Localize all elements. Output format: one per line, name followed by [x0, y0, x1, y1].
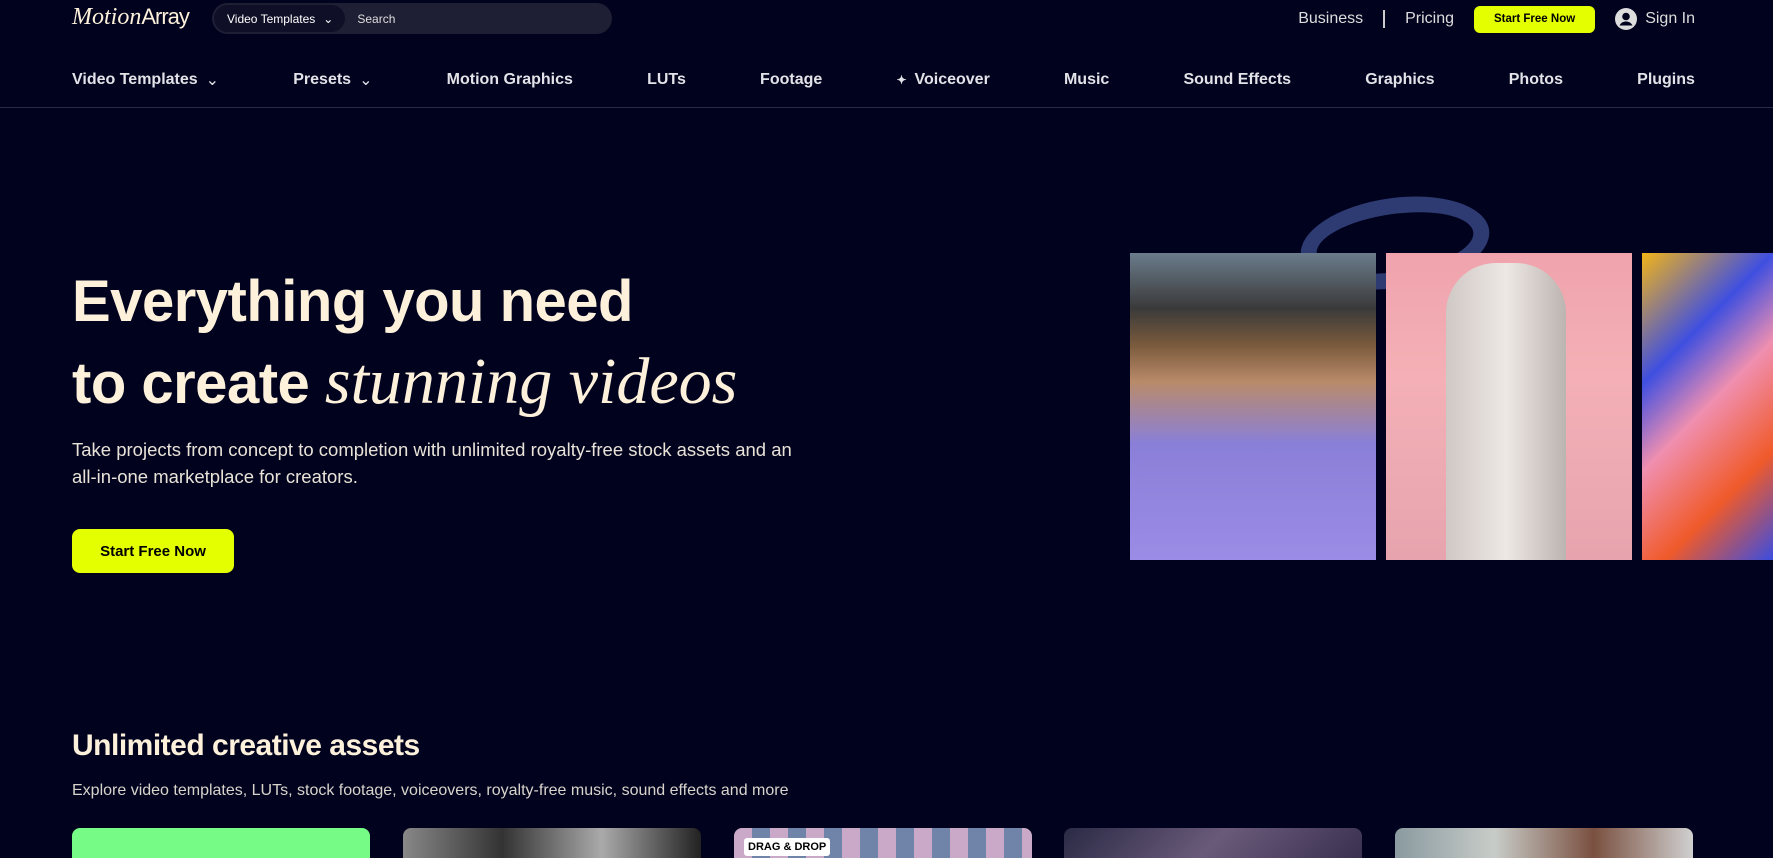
chevron-down-icon: ⌄ — [323, 11, 334, 26]
hero-description: Take projects from concept to completion… — [72, 439, 792, 487]
nav-footage[interactable]: Footage — [760, 70, 822, 90]
hero-image-abstract — [1642, 253, 1773, 560]
start-free-button[interactable]: Start Free Now — [1474, 5, 1596, 33]
nav-video-templates[interactable]: Video Templates ⌄ — [72, 70, 219, 90]
hero-start-free-button[interactable]: Start Free Now — [72, 529, 234, 573]
nav-presets[interactable]: Presets ⌄ — [293, 70, 372, 90]
category-nav: Video Templates ⌄ Presets ⌄ Motion Graphic… — [72, 70, 1695, 90]
nav-graphics[interactable]: Graphics — [1365, 70, 1434, 90]
chevron-down-icon: ⌄ — [359, 72, 373, 89]
hero-title: Everything you need to create stunning vi… — [72, 269, 738, 418]
asset-card[interactable] — [403, 828, 701, 858]
search-category-select[interactable]: Video Templates ⌄ — [214, 5, 346, 32]
search-bar: Video Templates ⌄ — [212, 3, 612, 34]
business-link[interactable]: Business — [1298, 10, 1363, 28]
user-icon — [1615, 8, 1638, 30]
logo[interactable]: MotionArray — [72, 4, 190, 31]
nav-divider — [0, 107, 1773, 108]
divider — [1383, 10, 1386, 28]
asset-card[interactable] — [1395, 828, 1693, 858]
assets-section-subtitle: Explore video templates, LUTs, stock foo… — [72, 782, 789, 799]
nav-photos[interactable]: Photos — [1509, 70, 1563, 90]
hero-image-statue — [1386, 253, 1632, 560]
asset-card[interactable] — [72, 828, 370, 858]
nav-plugins[interactable]: Plugins — [1637, 70, 1695, 90]
nav-sound-effects[interactable]: Sound Effects — [1183, 70, 1291, 90]
hero-image-portrait — [1130, 253, 1376, 560]
asset-card[interactable] — [1064, 828, 1362, 858]
nav-voiceover[interactable]: ✦ Voiceover — [896, 70, 989, 90]
sign-in-link[interactable]: Sign In — [1615, 8, 1695, 30]
sparkle-icon: ✦ — [896, 73, 907, 87]
nav-music[interactable]: Music — [1064, 70, 1109, 90]
search-input[interactable] — [357, 11, 513, 26]
asset-card[interactable]: DRAG & DROP — [734, 828, 1032, 858]
drag-drop-badge: DRAG & DROP — [744, 838, 831, 856]
nav-luts[interactable]: LUTs — [647, 70, 686, 90]
chevron-down-icon: ⌄ — [205, 72, 220, 89]
nav-motion-graphics[interactable]: Motion Graphics — [447, 70, 573, 90]
assets-section-title: Unlimited creative assets — [72, 729, 420, 762]
pricing-link[interactable]: Pricing — [1405, 10, 1454, 28]
